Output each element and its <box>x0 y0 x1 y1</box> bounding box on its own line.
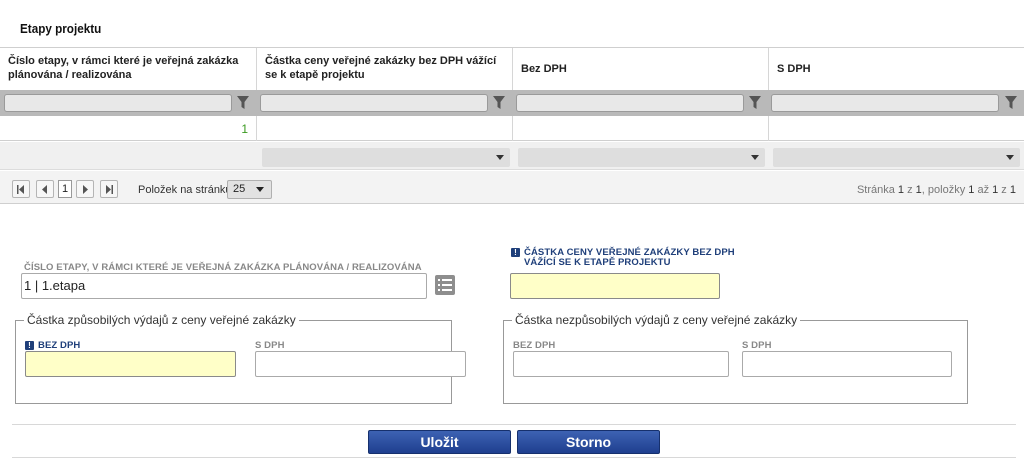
previous-page-icon <box>42 185 47 194</box>
amount-label-line2: vážící se k etapě projektu <box>524 257 671 268</box>
ineligible-bez-dph-field[interactable] <box>513 351 729 377</box>
previous-page-button[interactable] <box>36 180 54 198</box>
filter-row <box>0 90 1024 116</box>
list-icon <box>438 279 452 291</box>
pager-info-text: z <box>904 184 916 196</box>
eligible-bez-dph-label: ! Bez DPH <box>25 340 80 351</box>
amount-label: ! Částka ceny veřejné zakázky bez DPH váž… <box>511 248 735 268</box>
eligible-bez-dph-field[interactable] <box>25 351 236 377</box>
pager-info-text: až <box>974 184 993 196</box>
stage-number-value: 1 <box>241 122 248 136</box>
pager: 1 Položek na stránku 25 Stránka 1 z 1, p… <box>0 171 1024 204</box>
filter-input-amount[interactable] <box>260 94 488 112</box>
pager-info: Stránka 1 z 1, položky 1 až 1 z 1 <box>857 184 1016 196</box>
chevron-down-icon <box>256 187 264 192</box>
pager-info-text: Stránka <box>856 184 898 196</box>
items-per-page-value: 25 <box>233 183 246 195</box>
table-row[interactable]: 1 <box>0 116 1024 141</box>
filter-input-bez-dph[interactable] <box>516 94 744 112</box>
pager-info-text: z <box>998 184 1010 196</box>
table-cell <box>513 116 769 141</box>
filter-funnel-icon[interactable] <box>748 94 762 111</box>
section-title: Etapy projektu <box>20 21 102 36</box>
ineligible-bez-dph-label: Bez DPH <box>513 340 556 351</box>
pager-info-total: 1 <box>1009 184 1016 196</box>
ineligible-s-dph-label: S DPH <box>742 340 772 351</box>
ineligible-expenses-legend: Částka nezpůsobilých výdajů z ceny veřej… <box>512 313 801 327</box>
table-cell: 1 <box>0 116 257 141</box>
eligible-s-dph-label: S DPH <box>255 340 285 351</box>
stages-grid: Číslo etapy, v rámci které je veřejná za… <box>0 47 1024 204</box>
ineligible-s-dph-field[interactable] <box>742 351 952 377</box>
items-per-page-select[interactable]: 25 <box>227 180 272 199</box>
last-page-button[interactable] <box>100 180 118 198</box>
eligible-s-dph-field[interactable] <box>255 351 466 377</box>
chevron-down-icon <box>496 155 504 160</box>
required-icon: ! <box>25 341 34 350</box>
filter-input-stage[interactable] <box>4 94 232 112</box>
next-page-button[interactable] <box>76 180 94 198</box>
column-header-s-dph[interactable]: S DPH <box>769 48 1024 90</box>
filter-input-s-dph[interactable] <box>771 94 999 112</box>
eligible-expenses-legend: Částka způsobilých výdajů z ceny veřejné… <box>24 313 299 327</box>
divider <box>12 457 1016 458</box>
save-button[interactable]: Uložit <box>368 430 511 454</box>
amount-field[interactable] <box>510 273 720 299</box>
table-cell <box>769 116 1024 141</box>
filter-funnel-icon[interactable] <box>236 94 250 111</box>
stage-number-label: Číslo etapy, v rámci které je veřejná za… <box>24 262 422 273</box>
filter-funnel-icon[interactable] <box>492 94 506 111</box>
eligible-bez-dph-label-text: Bez DPH <box>38 340 81 351</box>
divider <box>12 424 1016 425</box>
list-picker-button[interactable] <box>435 275 455 295</box>
next-page-icon <box>83 185 88 194</box>
aggregate-select-bez-dph[interactable] <box>518 148 765 167</box>
first-page-button[interactable] <box>12 180 30 198</box>
items-per-page-label: Položek na stránku <box>138 184 232 196</box>
aggregate-row <box>0 142 1024 170</box>
last-page-icon <box>106 185 113 194</box>
ineligible-expenses-group: Částka nezpůsobilých výdajů z ceny veřej… <box>503 313 968 404</box>
current-page-input[interactable]: 1 <box>58 180 72 198</box>
first-page-icon <box>17 185 24 194</box>
chevron-down-icon <box>1006 155 1014 160</box>
filter-funnel-icon[interactable] <box>1004 94 1018 111</box>
column-header-stage-number[interactable]: Číslo etapy, v rámci které je veřejná za… <box>0 48 257 90</box>
pager-info-text: , položky <box>921 184 969 196</box>
required-icon: ! <box>511 248 520 257</box>
table-cell <box>257 116 513 141</box>
stage-number-field[interactable]: 1 | 1.etapa <box>21 273 427 299</box>
cancel-button[interactable]: Storno <box>517 430 660 454</box>
column-header-bez-dph[interactable]: Bez DPH <box>513 48 769 90</box>
eligible-expenses-group: Částka způsobilých výdajů z ceny veřejné… <box>15 313 466 404</box>
column-header-amount[interactable]: Částka ceny veřejné zakázky bez DPH váží… <box>257 48 513 90</box>
chevron-down-icon <box>751 155 759 160</box>
aggregate-select-amount[interactable] <box>262 148 510 167</box>
aggregate-select-s-dph[interactable] <box>773 148 1020 167</box>
